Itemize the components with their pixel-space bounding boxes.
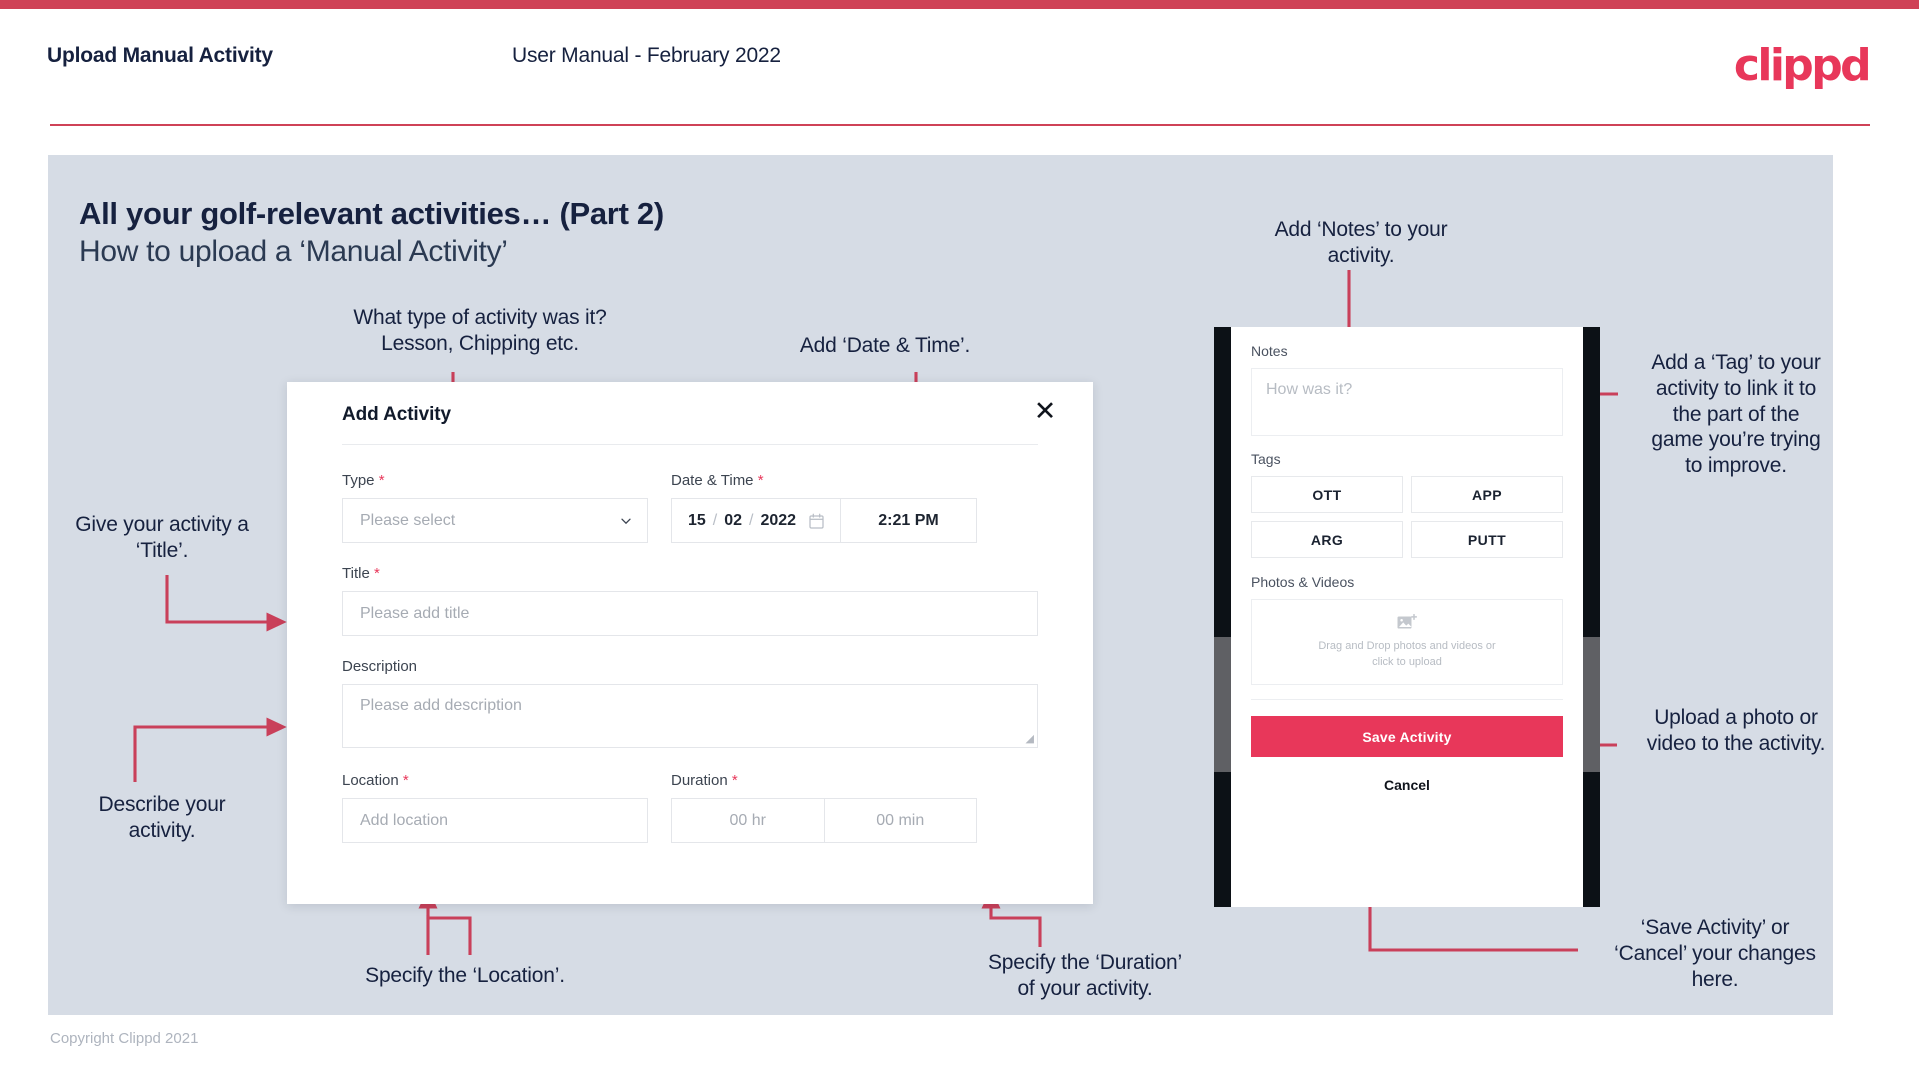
annotation-duration: Specify the ‘Duration’ of your activity. — [987, 951, 1183, 1000]
date-year: 2022 — [760, 511, 797, 529]
field-datetime: Date & Time * 15 / 02 / 2022 2:21 PM — [671, 472, 977, 543]
annotation-notes: Add ‘Notes’ to your activity. — [1274, 218, 1448, 267]
resize-grip-icon[interactable]: ◢ — [1026, 732, 1034, 745]
row-type-datetime: Type * Please select Date & Time * 15 / … — [342, 472, 1038, 543]
calendar-icon[interactable] — [809, 513, 824, 529]
title-input[interactable]: Please add title — [342, 591, 1038, 636]
notes-label: Notes — [1251, 343, 1288, 359]
tags-label: Tags — [1251, 451, 1281, 467]
tag-button-ott[interactable]: OTT — [1251, 476, 1403, 513]
required-asterisk: * — [378, 472, 385, 489]
phone-bezel-left — [1214, 327, 1231, 907]
datetime-label: Date & Time * — [671, 472, 764, 489]
duration-label: Duration * — [671, 772, 738, 789]
duration-hours-input[interactable]: 00 hr — [671, 798, 824, 843]
date-day: 15 — [687, 511, 706, 529]
header-title: Upload Manual Activity — [47, 44, 273, 67]
field-title: Title * Please add title — [342, 565, 1038, 636]
dropzone-line-2: click to upload — [1372, 655, 1442, 668]
date-input[interactable]: 15 / 02 / 2022 — [671, 498, 840, 543]
duration-group: 00 hr 00 min — [671, 798, 977, 843]
page-subtitle: How to upload a ‘Manual Activity’ — [79, 235, 508, 268]
dialog-title: Add Activity — [342, 404, 451, 425]
location-label: Location * — [342, 772, 409, 789]
field-location: Location * Add location — [342, 772, 648, 843]
required-asterisk: * — [731, 772, 738, 789]
add-activity-dialog: Add Activity ✕ Type * Please select Date… — [287, 382, 1093, 904]
copyright-text: Copyright Clippd 2021 — [50, 1030, 199, 1047]
dialog-divider — [342, 444, 1038, 445]
annotation-upload: Upload a photo or video to the activity. — [1646, 706, 1826, 755]
type-select[interactable]: Please select — [342, 498, 648, 543]
date-month: 02 — [724, 511, 742, 529]
activity-form: Type * Please select Date & Time * 15 / … — [342, 472, 1038, 843]
type-placeholder: Please select — [360, 511, 456, 529]
add-image-icon — [1397, 613, 1417, 629]
date-sep-1: / — [712, 511, 718, 529]
phone-mockup: Notes How was it? Tags OTT APP ARG PUTT … — [1214, 327, 1600, 907]
tags-grid: OTT APP ARG PUTT — [1251, 476, 1563, 558]
phone-screen: Notes How was it? Tags OTT APP ARG PUTT … — [1231, 327, 1583, 907]
required-asterisk: * — [402, 772, 409, 789]
date-sep-2: / — [749, 511, 754, 529]
annotation-type: What type of activity was it? Lesson, Chi… — [353, 306, 607, 355]
type-label: Type * — [342, 472, 385, 489]
duration-minutes-input[interactable]: 00 min — [823, 798, 977, 843]
annotation-title: Give your activity a ‘Title’. — [75, 513, 249, 562]
annotation-description: Describe your activity. — [98, 793, 226, 842]
phone-bezel-left-segment — [1214, 637, 1231, 772]
close-icon[interactable]: ✕ — [1030, 396, 1060, 426]
dropzone-line-1: Drag and Drop photos and videos or — [1318, 639, 1496, 652]
phone-bezel-right — [1583, 327, 1600, 907]
field-duration: Duration * 00 hr 00 min — [671, 772, 977, 843]
phone-content: Notes How was it? Tags OTT APP ARG PUTT … — [1231, 327, 1583, 793]
datetime-group: 15 / 02 / 2022 2:21 PM — [671, 498, 977, 543]
dropzone-text: Drag and Drop photos and videos or click… — [1300, 639, 1515, 671]
description-textarea[interactable]: Please add description ◢ — [342, 684, 1038, 748]
slide-page: Upload Manual Activity User Manual - Feb… — [0, 0, 1919, 1079]
top-accent-bar — [0, 0, 1919, 9]
save-activity-button[interactable]: Save Activity — [1251, 716, 1563, 757]
required-asterisk: * — [757, 472, 764, 489]
annotation-datetime: Add ‘Date & Time’. — [799, 334, 971, 357]
location-input[interactable]: Add location — [342, 798, 648, 843]
annotation-tags: Add a ‘Tag’ to your activity to link it t… — [1651, 351, 1821, 478]
annotation-location: Specify the ‘Location’. — [365, 964, 565, 987]
field-description: Description Please add description ◢ — [342, 658, 1038, 748]
tag-button-arg[interactable]: ARG — [1251, 521, 1403, 558]
description-label: Description — [342, 658, 418, 675]
chevron-down-icon — [621, 518, 631, 524]
page-title: All your golf-relevant activities… (Part… — [79, 196, 664, 231]
description-placeholder: Please add description — [360, 697, 522, 714]
notes-input[interactable]: How was it? — [1251, 368, 1563, 436]
field-type: Type * Please select — [342, 472, 648, 543]
clippd-logo: clippd — [1733, 40, 1872, 91]
photos-videos-label: Photos & Videos — [1251, 574, 1355, 590]
annotation-save: ‘Save Activity’ or ‘Cancel’ your changes h… — [1614, 916, 1816, 991]
header-divider — [50, 124, 1870, 126]
tag-button-putt[interactable]: PUTT — [1411, 521, 1563, 558]
time-input[interactable]: 2:21 PM — [840, 498, 977, 543]
dialog-header: Add Activity ✕ — [287, 382, 1093, 444]
phone-bezel-right-segment — [1583, 637, 1600, 772]
phone-divider — [1251, 699, 1563, 700]
row-location-duration: Location * Add location Duration * 00 hr… — [342, 772, 1038, 843]
tag-button-app[interactable]: APP — [1411, 476, 1563, 513]
required-asterisk: * — [373, 565, 380, 582]
header-subtitle: User Manual - February 2022 — [512, 44, 781, 67]
title-label: Title * — [342, 565, 380, 582]
cancel-button[interactable]: Cancel — [1251, 777, 1563, 793]
photo-dropzone[interactable]: Drag and Drop photos and videos or click… — [1251, 599, 1563, 685]
